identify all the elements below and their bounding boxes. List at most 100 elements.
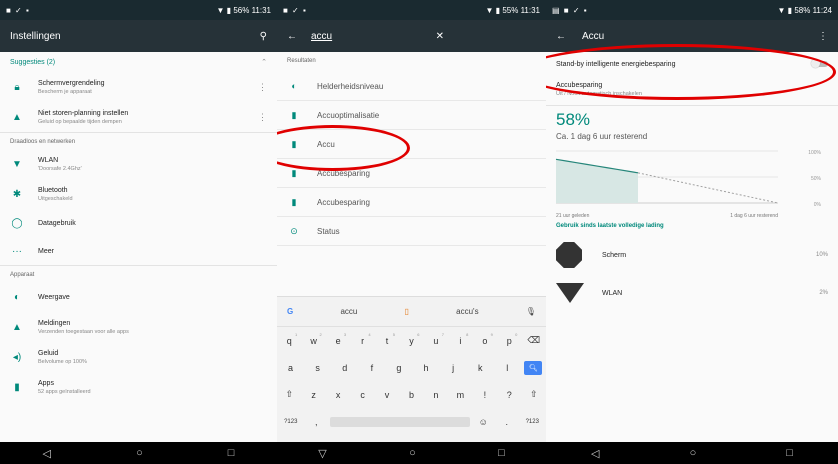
standby-label: Stand-by intelligente energiebesparing [556,60,676,68]
settings-item-more[interactable]: ··· Meer [0,237,277,265]
key-l[interactable]: l [497,363,517,373]
suggestions-label: Suggesties (2) [10,58,56,66]
key-t[interactable]: t5 [377,332,397,346]
key-y[interactable]: y6 [401,332,421,346]
result-battery-saver-1[interactable]: ▮ Accubesparing [277,159,546,188]
search-key-icon[interactable]: 🔍︎ [524,360,543,375]
shift-icon[interactable]: ⇧ [279,389,299,400]
key-![interactable]: ! [475,390,495,400]
result-battery[interactable]: ▮ Accu [277,130,546,159]
home-icon[interactable]: ○ [690,447,697,459]
overflow-menu-icon[interactable]: ⋮ [258,112,267,123]
result-battery-optimization[interactable]: ▮ Accuoptimalisatie [277,101,546,130]
section-device: Apparaat [10,272,35,278]
recents-icon[interactable]: □ [786,447,793,459]
key-v[interactable]: v [377,390,397,400]
back-icon[interactable]: ◁ [43,447,51,460]
key-d[interactable]: d [335,363,355,373]
home-icon[interactable]: ○ [136,447,143,459]
key-w[interactable]: w2 [304,332,324,346]
clear-icon[interactable]: ✕ [436,31,444,42]
key-i[interactable]: i8 [450,332,470,346]
settings-panel: ■ ✓ ▪ ▼ ▮ 56% 11:31 Instellingen ⚲ Sugge… [0,0,277,464]
key-s[interactable]: s [308,363,328,373]
settings-item-apps[interactable]: ▮ Apps 52 apps geïnstalleerd [0,372,277,402]
standby-toggle[interactable] [811,59,828,68]
settings-item-data[interactable]: ◯ Datagebruik [0,209,277,237]
space-key[interactable] [329,416,470,427]
settings-item-display[interactable]: ◐ Weergave [0,282,277,312]
overflow-menu-icon[interactable]: ⋮ [258,82,267,93]
lamp-icon[interactable]: ▯ [405,307,409,316]
status-notification-icons: ▤ ■ ✓ ▪ [552,5,588,15]
backspace-icon[interactable]: ⌫ [524,335,544,346]
period-key[interactable]: . [497,417,517,427]
recents-icon[interactable]: □ [498,447,505,459]
mic-icon[interactable]: 🎙︎ [526,307,536,316]
sound-icon: ◂) [12,351,22,363]
usage-item-wlan[interactable]: WLAN 2% [546,275,838,311]
shift-icon[interactable]: ⇧ [524,389,544,400]
chart-x-label: 21 uur geleden [556,213,590,219]
symbols-key[interactable]: ?123 [279,419,303,425]
key-b[interactable]: b [401,390,421,400]
back-icon[interactable]: ◁ [591,447,599,460]
home-icon[interactable]: ○ [409,447,416,459]
suggestions-header[interactable]: Suggesties (2) ⌃ [0,52,277,72]
keyboard-suggestions: G accu ▯ accu's 🎙︎ [277,297,546,327]
suggestion-dnd[interactable]: ▲ Niet storen-planning instellen Geluid o… [0,102,277,132]
result-label: Accubesparing [317,168,370,178]
settings-item-notifications[interactable]: ▲ Meldingen Verzenden toegestaan voor all… [0,312,277,342]
settings-item-wlan[interactable]: ▼ WLAN 'Doorsafe 2.4Ghz' [0,149,277,179]
settings-item-sound[interactable]: ◂) Geluid Belvolume op 100% [0,342,277,372]
suggestion-chip[interactable]: accu [340,307,357,316]
usage-item-screen[interactable]: Scherm 10% [546,235,838,275]
standby-row[interactable]: Stand-by intelligente energiebesparing [546,52,838,76]
key-h[interactable]: h [416,363,436,373]
back-down-icon[interactable]: ▽ [318,447,326,460]
emoji-icon[interactable]: ☺ [473,417,493,427]
key-f[interactable]: f [362,363,382,373]
chevron-up-icon[interactable]: ⌃ [261,58,267,66]
result-status[interactable]: ⊙ Status [277,217,546,246]
result-battery-saver-2[interactable]: ▮ Accubesparing [277,188,546,217]
overflow-menu-icon[interactable]: ⋮ [818,31,828,42]
key-g[interactable]: g [389,363,409,373]
key-m[interactable]: m [450,390,470,400]
usage-label: WLAN [602,289,623,297]
usage-label: Scherm [602,251,627,259]
key-a[interactable]: a [281,363,301,373]
search-icon[interactable]: ⚲ [260,31,267,42]
settings-item-bluetooth[interactable]: ✱ Bluetooth Uitgeschakeld [0,179,277,209]
key-u[interactable]: u7 [426,332,446,346]
key-j[interactable]: j [443,363,463,373]
chart-y-label: 50% [811,176,822,182]
search-input[interactable]: accu [311,31,436,42]
item-subtitle: 'Doorsafe 2.4Ghz' [38,165,82,172]
key-q[interactable]: q1 [279,332,299,346]
chart-x-label: 1 dag 6 uur resterend [730,213,778,219]
battery-saver-row[interactable]: Accubesparing Uit / Nooit automatisch in… [546,76,838,97]
key-k[interactable]: k [470,363,490,373]
key-r[interactable]: r4 [353,332,373,346]
comma-key[interactable]: , [306,417,326,427]
key-n[interactable]: n [426,390,446,400]
key-?[interactable]: ? [499,390,519,400]
back-arrow-icon[interactable]: ← [556,31,566,42]
settings-list: Suggesties (2) ⌃ 🔒︎ Schermvergrendeling B… [0,52,277,402]
result-brightness[interactable]: ◐ Helderheidsniveau [277,72,546,101]
usage-since-charge[interactable]: Gebruik sinds laatste volledige lading [546,223,838,229]
key-x[interactable]: x [328,390,348,400]
back-arrow-icon[interactable]: ← [287,31,297,42]
symbols-key[interactable]: ?123 [520,419,544,425]
google-icon[interactable]: G [287,307,293,316]
key-o[interactable]: o9 [475,332,495,346]
recents-icon[interactable]: □ [228,447,235,459]
key-z[interactable]: z [304,390,324,400]
suggestion-chip[interactable]: accu's [456,307,478,316]
wifi-status-icon: ▼ [216,5,225,15]
key-p[interactable]: p0 [499,332,519,346]
key-c[interactable]: c [353,390,373,400]
suggestion-screen-lock[interactable]: 🔒︎ Schermvergrendeling Bescherm je appara… [0,72,277,102]
key-e[interactable]: e3 [328,332,348,346]
